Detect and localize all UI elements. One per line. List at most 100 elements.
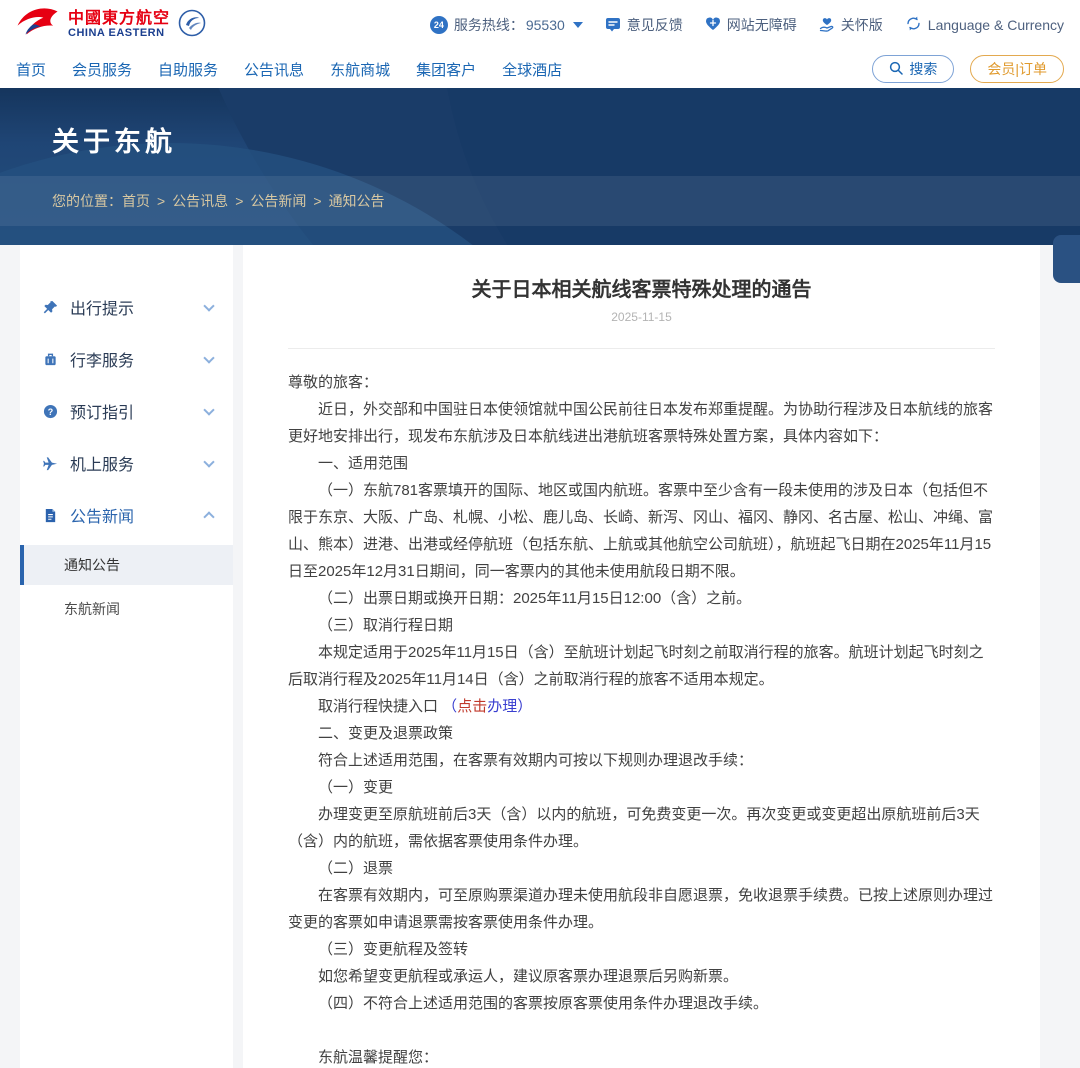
brand-logo[interactable]: 中國東方航空 CHINA EASTERN (16, 7, 206, 44)
sidebar-subitem-东航新闻[interactable]: 东航新闻 (20, 589, 233, 629)
article-paragraph: 如您希望变更航程或承运人，建议原客票办理退票后另购新票。 (288, 963, 995, 990)
article-paragraph: 取消行程快捷入口 （点击办理） (288, 693, 995, 720)
article-paragraph: （三）取消行程日期 (288, 612, 995, 639)
article-paragraph: 东航温馨提醒您： (288, 1044, 995, 1068)
nav-link-2[interactable]: 会员服务 (72, 59, 132, 80)
search-button-label: 搜索 (909, 59, 937, 79)
main-nav: 首页 会员服务 自助服务 公告讯息 东航商城 集团客户 全球酒店 (16, 59, 562, 80)
chevron-down-icon (203, 300, 214, 311)
article-paragraph: 办理变更至原航班前后3天（含）以内的航班，可免费变更一次。再次变更或变更超出原航… (288, 801, 995, 855)
article-paragraph: （三）变更航程及签转 (288, 936, 995, 963)
article-paragraph: 近日，外交部和中国驻日本使领馆就中国公民前往日本发布郑重提醒。为协助行程涉及日本… (288, 396, 995, 450)
china-eastern-swallow-icon (16, 7, 60, 44)
hotline-link[interactable]: 24 服务热线：95530 (430, 15, 583, 35)
article-title: 关于日本相关航线客票特殊处理的通告 (288, 273, 995, 302)
top-utility-bar: 24 服务热线：95530 意见反馈 网站无障碍 (430, 15, 1064, 35)
svg-text:?: ? (47, 406, 52, 416)
sidebar-item-机上服务[interactable]: 机上服务 (20, 437, 233, 489)
nav-actions: 搜索 会员|订单 (872, 55, 1064, 83)
divider (288, 348, 995, 349)
breadcrumb-items: 首页 > 公告讯息 > 公告新闻 > 通知公告 (122, 191, 385, 211)
accessibility-heart-icon (705, 16, 721, 35)
sidebar-item-label: 机上服务 (70, 451, 193, 475)
breadcrumb-link[interactable]: 通知公告 (329, 193, 385, 209)
search-button[interactable]: 搜索 (872, 55, 954, 83)
article-panel: 关于日本相关航线客票特殊处理的通告 2025-11-15 尊敬的旅客：近日，外交… (243, 245, 1040, 1068)
article-paragraph: （一）变更 (288, 774, 995, 801)
care-version-link[interactable]: 关怀版 (819, 15, 883, 35)
feedback-label: 意见反馈 (627, 15, 683, 35)
search-icon (889, 61, 903, 78)
sidebar-item-公告新闻[interactable]: 公告新闻 (20, 489, 233, 541)
skyteam-logo-icon (178, 9, 206, 42)
floating-side-widget[interactable] (1053, 235, 1080, 283)
sidebar-subitem-通知公告[interactable]: 通知公告 (20, 545, 233, 585)
main-nav-row: 首页 会员服务 自助服务 公告讯息 东航商城 集团客户 全球酒店 搜索 会员|订单 (0, 50, 1080, 88)
article-paragraph: 符合上述适用范围，在客票有效期内可按以下规则办理退改手续： (288, 747, 995, 774)
breadcrumb-separator: > (313, 193, 321, 209)
sidebar-item-label: 出行提示 (70, 295, 193, 319)
plane-icon (42, 455, 58, 471)
nav-link-6[interactable]: 集团客户 (416, 59, 476, 80)
inline-link[interactable]: 点击 (457, 698, 487, 715)
nav-link-4[interactable]: 公告讯息 (244, 59, 304, 80)
breadcrumb-separator: > (235, 193, 243, 209)
sidebar-item-label: 公告新闻 (70, 503, 193, 527)
article-paragraph: （四）不符合上述适用范围的客票按原客票使用条件办理退改手续。 (288, 990, 995, 1017)
top-bar: 中國東方航空 CHINA EASTERN 24 服务热线：95530 意见反馈 (0, 0, 1080, 50)
member-orders-button[interactable]: 会员|订单 (970, 55, 1064, 83)
article-paragraph: （一）东航781客票填开的国际、地区或国内航班。客票中至少含有一段未使用的涉及日… (288, 477, 995, 585)
care-version-label: 关怀版 (841, 15, 883, 35)
nav-link-5[interactable]: 东航商城 (330, 59, 390, 80)
chevron-down-icon (203, 404, 214, 415)
inline-link[interactable]: （ (442, 698, 457, 715)
breadcrumb-link[interactable]: 公告讯息 (172, 193, 228, 209)
sidebar: 出行提示行李服务? 预订指引机上服务公告新闻通知公告东航新闻 (20, 245, 233, 1068)
care-heart-hand-icon (819, 16, 835, 35)
brand-name-en: CHINA EASTERN (68, 28, 170, 40)
feedback-link[interactable]: 意见反馈 (605, 15, 683, 35)
paragraph-spacer (288, 1017, 995, 1044)
article-paragraph: 在客票有效期内，可至原购票渠道办理未使用航段非自愿退票，免收退票手续费。已按上述… (288, 882, 995, 936)
luggage-icon (42, 351, 58, 367)
article-paragraph: 一、适用范围 (288, 450, 995, 477)
article-paragraph: 二、变更及退票政策 (288, 720, 995, 747)
sidebar-item-预订指引[interactable]: ? 预订指引 (20, 385, 233, 437)
paragraph-text: 取消行程快捷入口 (318, 698, 442, 715)
chevron-down-icon (203, 456, 214, 467)
nav-link-1[interactable]: 首页 (16, 59, 46, 80)
breadcrumb-prefix: 您的位置： (52, 191, 122, 211)
article-paragraph: （二）出票日期或换开日期：2025年11月15日12:00（含）之前。 (288, 585, 995, 612)
breadcrumb-link[interactable]: 首页 (122, 193, 150, 209)
sidebar-item-行李服务[interactable]: 行李服务 (20, 333, 233, 385)
pin-icon (42, 299, 58, 315)
nav-link-7[interactable]: 全球酒店 (502, 59, 562, 80)
chevron-down-icon (203, 352, 214, 363)
hotline-number: 95530 (526, 17, 565, 33)
language-currency-link[interactable]: Language & Currency (905, 15, 1064, 35)
question-icon: ? (42, 403, 58, 419)
main-area: 出行提示行李服务? 预订指引机上服务公告新闻通知公告东航新闻 关于日本相关航线客票… (0, 245, 1080, 1068)
article-paragraph: 尊敬的旅客： (288, 369, 995, 396)
sidebar-item-label: 预订指引 (70, 399, 193, 423)
banner-title: 关于东航 (52, 120, 176, 159)
article-date: 2025-11-15 (288, 310, 995, 324)
sidebar-item-出行提示[interactable]: 出行提示 (20, 281, 233, 333)
inline-link[interactable]: ） (517, 698, 532, 715)
sidebar-item-label: 行李服务 (70, 347, 193, 371)
language-currency-label: Language & Currency (928, 17, 1064, 33)
language-currency-icon (905, 15, 922, 35)
breadcrumb-separator: > (157, 193, 165, 209)
hotline-label: 服务热线： (454, 15, 524, 35)
nav-link-3[interactable]: 自助服务 (158, 59, 218, 80)
breadcrumb-link[interactable]: 公告新闻 (250, 193, 306, 209)
feedback-icon (605, 16, 621, 35)
breadcrumb: 您的位置： 首页 > 公告讯息 > 公告新闻 > 通知公告 (0, 176, 1080, 226)
article-paragraph: （二）退票 (288, 855, 995, 882)
article-body: 尊敬的旅客：近日，外交部和中国驻日本使领馆就中国公民前往日本发布郑重提醒。为协助… (288, 369, 995, 1068)
accessibility-link[interactable]: 网站无障碍 (705, 15, 797, 35)
chevron-up-icon (203, 511, 214, 522)
accessibility-label: 网站无障碍 (727, 15, 797, 35)
inline-link[interactable]: 办理 (487, 698, 517, 715)
member-orders-label: 会员|订单 (987, 59, 1047, 79)
